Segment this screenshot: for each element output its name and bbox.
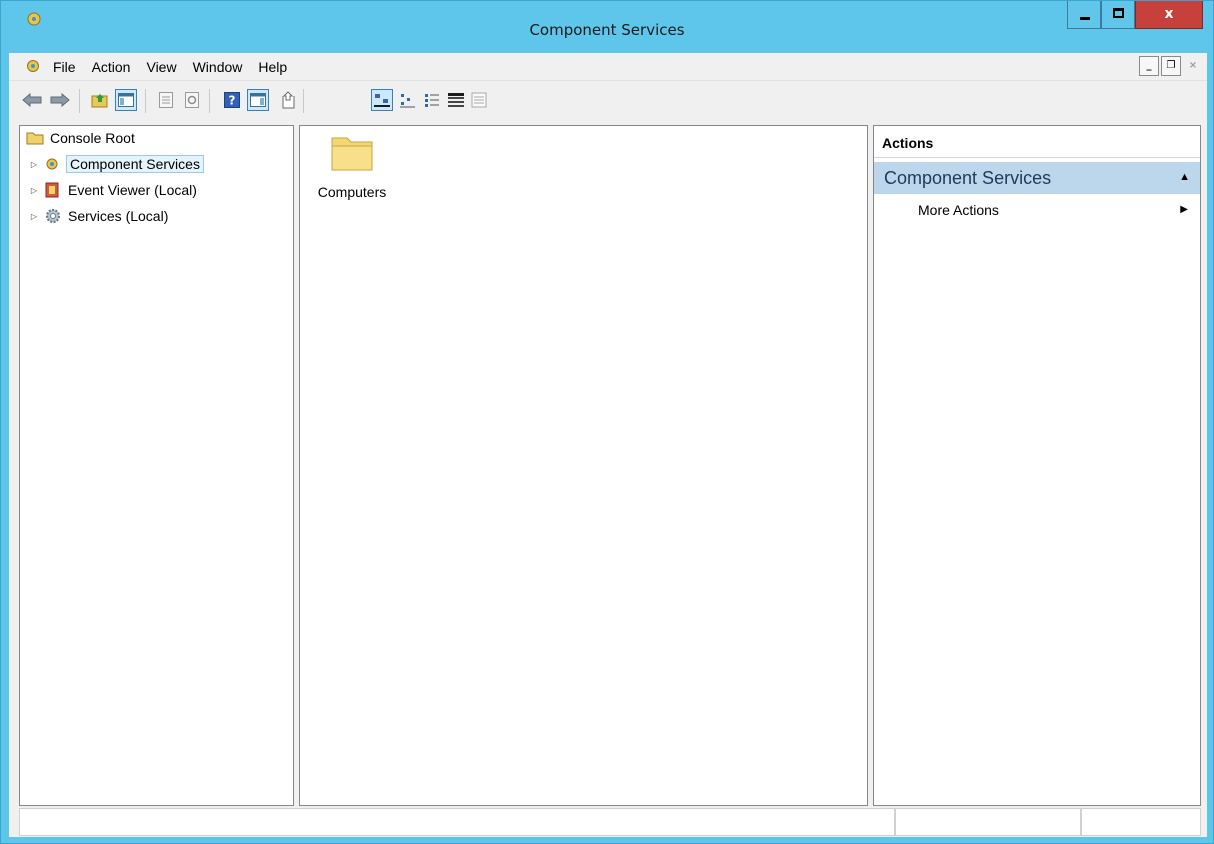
event-viewer-icon [45, 182, 59, 198]
status-bar [9, 807, 1207, 837]
folder-icon [26, 132, 44, 145]
services-gear-icon [45, 208, 61, 224]
help-button[interactable]: ? [221, 89, 243, 111]
collapse-up-icon[interactable]: ▲ [1179, 171, 1190, 183]
help-icon: ? [224, 92, 240, 108]
tree-label: Event Viewer (Local) [68, 182, 197, 198]
export-list-button[interactable] [277, 89, 299, 111]
actions-pane: Actions Component Services ▲ More Action… [873, 125, 1201, 806]
svg-text:?: ? [229, 94, 236, 108]
export-list-icon [282, 91, 295, 109]
detail-view-icon [448, 93, 464, 107]
actions-section-component-services[interactable]: Component Services ▲ [874, 162, 1200, 194]
menu-bar: File Action View Window Help _ ❐ × [9, 53, 1207, 81]
child-minimize-button[interactable]: _ [1139, 56, 1159, 76]
folder-icon [331, 137, 373, 171]
result-pane[interactable]: Computers [299, 125, 868, 806]
mmc-window: Component Services x File Action View Wi… [0, 0, 1214, 844]
small-icons-icon [400, 94, 415, 108]
actions-pane-title: Actions [874, 126, 1200, 158]
refresh-icon [185, 92, 199, 108]
expand-arrow-icon[interactable]: ▷ [28, 160, 40, 169]
status-cell-2 [895, 808, 1081, 836]
filter-view-button[interactable] [469, 89, 491, 111]
list-item-computers[interactable]: Computers [312, 132, 392, 200]
content-area: Console Root ▷ Component Services ▷ Even… [9, 121, 1207, 807]
small-icons-view-button[interactable] [397, 89, 419, 111]
child-close-button[interactable]: × [1183, 56, 1203, 76]
component-services-icon [46, 158, 58, 170]
console-tree-icon [118, 93, 134, 107]
minimize-button[interactable] [1067, 1, 1101, 29]
status-cell-3 [1081, 808, 1201, 836]
menu-file[interactable]: File [53, 59, 76, 75]
up-one-level-button[interactable] [89, 89, 111, 111]
toolbar: ? [9, 81, 1207, 121]
maximize-icon [1113, 8, 1124, 18]
title-bar[interactable]: Component Services x [1, 1, 1213, 53]
show-hide-action-pane-button[interactable] [247, 89, 269, 111]
filter-view-icon [471, 92, 487, 108]
close-icon: x [1164, 6, 1174, 22]
tree-label: Services (Local) [68, 208, 169, 224]
status-cell-main [19, 808, 895, 836]
menu-view[interactable]: View [146, 59, 176, 75]
tree-item-console-root[interactable]: Console Root [26, 127, 135, 149]
list-view-icon [425, 94, 439, 107]
properties-button[interactable] [155, 89, 177, 111]
console-tree-pane[interactable]: Console Root ▷ Component Services ▷ Even… [19, 125, 294, 806]
actions-section-label: Component Services [884, 168, 1052, 188]
list-item-label: Computers [317, 184, 387, 200]
show-hide-console-tree-button[interactable] [115, 89, 137, 111]
tree-item-event-viewer[interactable]: ▷ Event Viewer (Local) [28, 179, 197, 201]
action-pane-icon [250, 93, 266, 107]
large-icons-icon [374, 94, 390, 107]
submenu-arrow-icon: ▶ [1180, 204, 1188, 215]
tree-label: Component Services [66, 155, 204, 173]
refresh-button[interactable] [181, 89, 203, 111]
close-button[interactable]: x [1135, 1, 1203, 29]
menu-help[interactable]: Help [258, 59, 287, 75]
back-button[interactable] [21, 89, 43, 111]
tree-item-component-services[interactable]: ▷ Component Services [28, 153, 204, 175]
expand-arrow-icon[interactable]: ▷ [28, 186, 40, 195]
list-view-button[interactable] [421, 89, 443, 111]
action-label: More Actions [918, 202, 999, 218]
folder-up-icon [91, 94, 108, 108]
menu-action[interactable]: Action [92, 59, 131, 75]
tree-item-services[interactable]: ▷ Services (Local) [28, 205, 168, 227]
forward-button[interactable] [49, 89, 71, 111]
tree-label: Console Root [50, 130, 135, 146]
window-title: Component Services [529, 21, 685, 39]
action-more-actions[interactable]: More Actions ▶ [874, 198, 1200, 224]
expand-arrow-icon[interactable]: ▷ [28, 212, 40, 221]
system-menu-icon[interactable] [25, 59, 41, 73]
child-restore-button[interactable]: ❐ [1161, 56, 1181, 76]
maximize-button[interactable] [1101, 1, 1135, 29]
properties-icon [159, 92, 173, 108]
detail-view-button[interactable] [445, 89, 467, 111]
forward-arrow-icon [50, 93, 70, 107]
large-icons-view-button[interactable] [371, 89, 393, 111]
menu-window[interactable]: Window [193, 59, 243, 75]
back-arrow-icon [22, 93, 42, 107]
minimize-icon [1080, 17, 1090, 20]
